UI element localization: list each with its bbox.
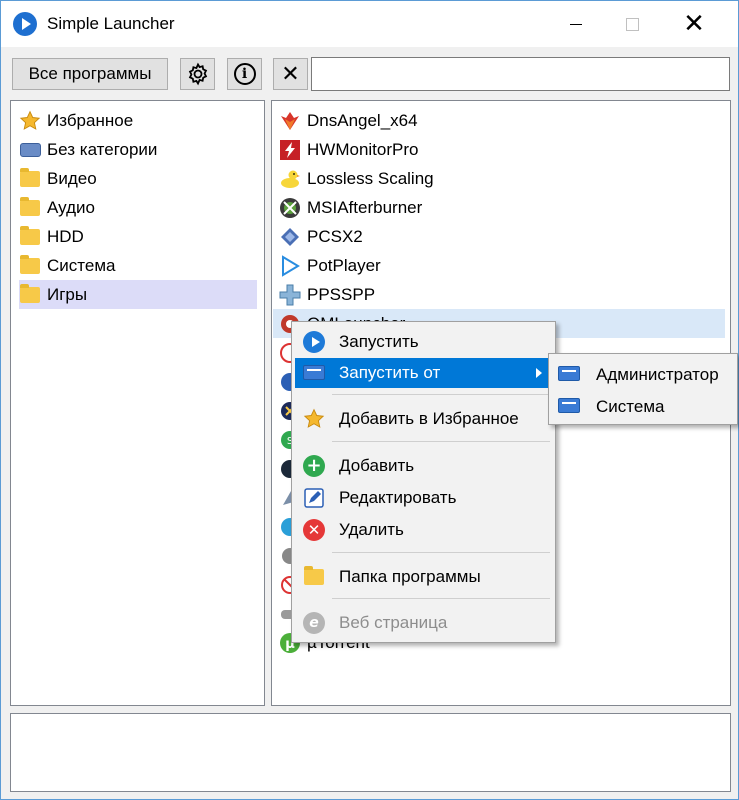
program-label: PPSSPP bbox=[307, 284, 376, 304]
all-programs-button[interactable]: Все программы bbox=[12, 58, 168, 90]
description-panel[interactable] bbox=[10, 713, 731, 792]
hwmonitor-icon bbox=[279, 139, 301, 161]
menu-separator bbox=[332, 394, 550, 395]
category-label: Избранное bbox=[47, 110, 134, 130]
menu-item-add-favorite[interactable]: Добавить в Избранное bbox=[295, 404, 552, 434]
menu-label: Запустить от bbox=[339, 363, 441, 382]
menu-item-web-page[interactable]: e Веб страница bbox=[295, 608, 552, 638]
folder-icon bbox=[19, 254, 41, 277]
folder-icon bbox=[19, 225, 41, 248]
window-icon bbox=[558, 398, 582, 416]
folder-icon bbox=[19, 283, 41, 306]
star-icon bbox=[19, 110, 41, 132]
clear-search-button[interactable]: ✕ bbox=[273, 58, 308, 90]
pencil-icon bbox=[303, 487, 325, 509]
potplayer-icon bbox=[279, 254, 301, 277]
program-label: Lossless Scaling bbox=[307, 168, 434, 188]
category-item-audio[interactable]: Аудио bbox=[19, 193, 95, 222]
pcsx2-icon bbox=[279, 226, 301, 248]
submenu-item-administrator[interactable]: Администратор bbox=[552, 360, 736, 390]
submenu-item-system[interactable]: Система bbox=[552, 392, 736, 422]
menu-label: Запустить bbox=[339, 332, 419, 351]
program-item-ppsspp[interactable]: PPSSPP bbox=[279, 280, 375, 309]
category-item-system[interactable]: Система bbox=[19, 251, 115, 280]
category-item-video[interactable]: Видео bbox=[19, 164, 97, 193]
menu-label: Добавить bbox=[339, 456, 415, 475]
menu-separator bbox=[332, 552, 550, 553]
program-label: MSIAfterburner bbox=[307, 197, 423, 217]
minimize-icon bbox=[570, 23, 582, 25]
ppsspp-icon bbox=[279, 284, 301, 306]
program-label: DnsAngel_x64 bbox=[307, 110, 418, 130]
category-label: Система bbox=[47, 255, 116, 275]
menu-item-add[interactable]: + Добавить bbox=[295, 451, 552, 481]
program-item-hwmonitor[interactable]: HWMonitorPro bbox=[279, 135, 418, 164]
folder-icon bbox=[19, 167, 41, 190]
window-icon bbox=[558, 366, 582, 384]
program-item-pcsx2[interactable]: PCSX2 bbox=[279, 222, 363, 251]
menu-label: Добавить в Избранное bbox=[339, 409, 519, 428]
close-button[interactable]: ✕ bbox=[671, 1, 717, 47]
menu-item-program-folder[interactable]: Папка программы bbox=[295, 562, 552, 592]
category-label: Без категории bbox=[47, 139, 158, 159]
context-menu: Запустить Запустить от Добавить в Избран… bbox=[291, 321, 556, 643]
program-label: PCSX2 bbox=[307, 226, 363, 246]
info-button[interactable]: i bbox=[227, 58, 262, 90]
gear-icon bbox=[188, 62, 207, 86]
menu-label: Администратор bbox=[596, 365, 719, 384]
menu-separator bbox=[332, 598, 550, 599]
menu-item-run[interactable]: Запустить bbox=[295, 327, 552, 357]
menu-label: Система bbox=[596, 397, 665, 416]
run-as-submenu: Администратор Система bbox=[548, 353, 738, 425]
menu-item-run-as[interactable]: Запустить от bbox=[295, 358, 552, 388]
duck-icon bbox=[279, 168, 301, 190]
category-icon bbox=[19, 139, 41, 161]
category-label: HDD bbox=[47, 226, 84, 246]
search-input[interactable] bbox=[311, 57, 730, 91]
menu-label: Удалить bbox=[339, 520, 404, 539]
category-item-games[interactable]: Игры bbox=[19, 280, 257, 309]
program-label: HWMonitorPro bbox=[307, 139, 419, 159]
play-icon bbox=[303, 331, 325, 353]
menu-label: Папка программы bbox=[339, 567, 481, 586]
web-icon: e bbox=[303, 612, 325, 634]
program-item-lossless-scaling[interactable]: Lossless Scaling bbox=[279, 164, 434, 193]
window-title: Simple Launcher bbox=[47, 14, 175, 33]
program-label: PotPlayer bbox=[307, 255, 381, 275]
category-item-uncategorized[interactable]: Без категории bbox=[19, 135, 157, 164]
program-item-dnsangel[interactable]: DnsAngel_x64 bbox=[279, 106, 418, 135]
menu-item-delete[interactable]: ✕ Удалить bbox=[295, 515, 552, 545]
folder-icon bbox=[19, 196, 41, 219]
close-icon: ✕ bbox=[683, 9, 705, 39]
maximize-button[interactable] bbox=[609, 1, 655, 47]
menu-label: Веб страница bbox=[339, 613, 448, 632]
menu-label: Редактировать bbox=[339, 488, 457, 507]
afterburner-icon bbox=[279, 197, 301, 219]
delete-icon: ✕ bbox=[303, 519, 325, 541]
info-icon: i bbox=[233, 63, 256, 85]
plus-icon: + bbox=[303, 455, 325, 477]
folder-icon bbox=[303, 566, 325, 588]
title-bar: Simple Launcher ✕ bbox=[1, 1, 738, 47]
settings-button[interactable] bbox=[180, 58, 215, 90]
submenu-arrow-icon bbox=[536, 368, 542, 378]
star-icon bbox=[303, 408, 325, 430]
category-label: Игры bbox=[47, 284, 88, 304]
category-list[interactable]: Избранное Без категории Видео Аудио HDD … bbox=[10, 100, 265, 706]
program-item-potplayer[interactable]: PotPlayer bbox=[279, 251, 381, 280]
program-item-msi-afterburner[interactable]: MSIAfterburner bbox=[279, 193, 422, 222]
dnsangel-icon bbox=[279, 110, 301, 132]
minimize-button[interactable] bbox=[553, 1, 599, 47]
category-item-hdd[interactable]: HDD bbox=[19, 222, 84, 251]
maximize-icon bbox=[625, 17, 639, 31]
menu-item-edit[interactable]: Редактировать bbox=[295, 483, 552, 513]
category-item-favorites[interactable]: Избранное bbox=[19, 106, 133, 135]
category-label: Видео bbox=[47, 168, 97, 188]
window-icon bbox=[303, 365, 325, 387]
app-logo-icon bbox=[13, 12, 37, 36]
menu-separator bbox=[332, 441, 550, 442]
category-label: Аудио bbox=[47, 197, 95, 217]
